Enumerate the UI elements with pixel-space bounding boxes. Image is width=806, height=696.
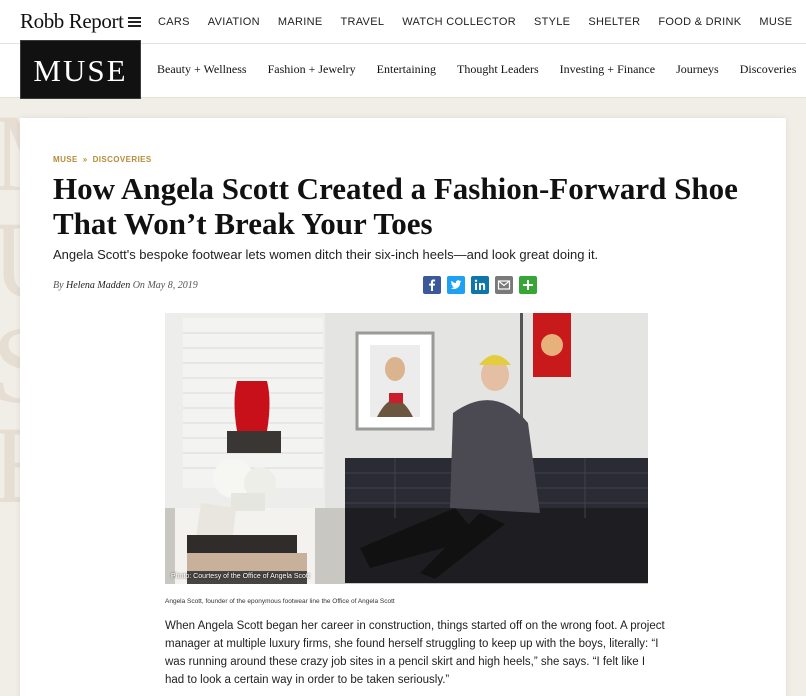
- section-logo[interactable]: MUSE: [20, 40, 141, 99]
- plus-icon: [523, 280, 533, 290]
- menu-icon[interactable]: [128, 17, 141, 27]
- article-body-paragraph: When Angela Scott began her career in co…: [165, 620, 665, 686]
- byline-on: On: [132, 280, 145, 291]
- section-nav-item-fashion-jewelry[interactable]: Fashion + Jewelry: [268, 62, 356, 77]
- share-twitter-button[interactable]: [447, 276, 465, 294]
- share-more-button[interactable]: [519, 276, 537, 294]
- nav-item-travel[interactable]: TRAVEL: [340, 16, 384, 28]
- breadcrumb-separator: »: [82, 155, 88, 164]
- byline: By Helena Madden On May 8, 2019: [53, 280, 198, 291]
- share-email-button[interactable]: [495, 276, 513, 294]
- article-photo: Photo: Courtesy of the Office of Angela …: [165, 313, 648, 584]
- section-nav-item-investing-finance[interactable]: Investing + Finance: [560, 62, 655, 77]
- nav-item-cars[interactable]: CARS: [158, 16, 190, 28]
- photo-illustration: [165, 313, 648, 584]
- breadcrumb-item-discoveries[interactable]: DISCOVERIES: [93, 155, 152, 164]
- email-icon: [497, 280, 511, 290]
- article-card: MUSE » DISCOVERIES How Angela Scott Create…: [20, 118, 786, 696]
- publish-date: May 8, 2019: [147, 280, 198, 291]
- nav-item-marine[interactable]: MARINE: [278, 16, 323, 28]
- site-logo[interactable]: Robb Report: [20, 9, 124, 34]
- facebook-icon: [429, 279, 436, 291]
- nav-item-shelter[interactable]: SHELTER: [588, 16, 640, 28]
- photo-caption: Angela Scott, founder of the eponymous f…: [165, 598, 395, 605]
- section-nav-item-beauty-wellness[interactable]: Beauty + Wellness: [157, 62, 247, 77]
- section-nav-item-entertaining[interactable]: Entertaining: [377, 62, 436, 77]
- nav-item-muse[interactable]: MUSE: [759, 16, 792, 28]
- share-linkedin-button[interactable]: [471, 276, 489, 294]
- author-link[interactable]: Helena Madden: [66, 280, 130, 291]
- section-nav: Beauty + Wellness Fashion + Jewelry Ente…: [157, 62, 796, 77]
- section-nav-item-thought-leaders[interactable]: Thought Leaders: [457, 62, 539, 77]
- nav-item-food-drink[interactable]: FOOD & DRINK: [658, 16, 741, 28]
- article-dek: Angela Scott's bespoke footwear lets wom…: [53, 247, 599, 262]
- twitter-icon: [450, 280, 462, 290]
- breadcrumb-item-muse[interactable]: MUSE: [53, 155, 78, 164]
- main-nav: CARS AVIATION MARINE TRAVEL WATCH COLLEC…: [158, 16, 792, 28]
- byline-by: By: [53, 280, 64, 291]
- breadcrumb: MUSE » DISCOVERIES: [53, 155, 152, 164]
- photo-credit: Photo: Courtesy of the Office of Angela …: [171, 573, 310, 580]
- site-header: Robb Report CARS AVIATION MARINE TRAVEL …: [0, 0, 806, 44]
- linkedin-icon: [474, 279, 486, 290]
- nav-item-watch-collector[interactable]: WATCH COLLECTOR: [402, 16, 516, 28]
- section-nav-item-journeys[interactable]: Journeys: [676, 62, 719, 77]
- section-nav-item-discoveries[interactable]: Discoveries: [740, 62, 797, 77]
- nav-item-aviation[interactable]: AVIATION: [208, 16, 260, 28]
- article-headline: How Angela Scott Created a Fashion-Forwa…: [53, 171, 738, 241]
- share-facebook-button[interactable]: [423, 276, 441, 294]
- nav-item-style[interactable]: STYLE: [534, 16, 570, 28]
